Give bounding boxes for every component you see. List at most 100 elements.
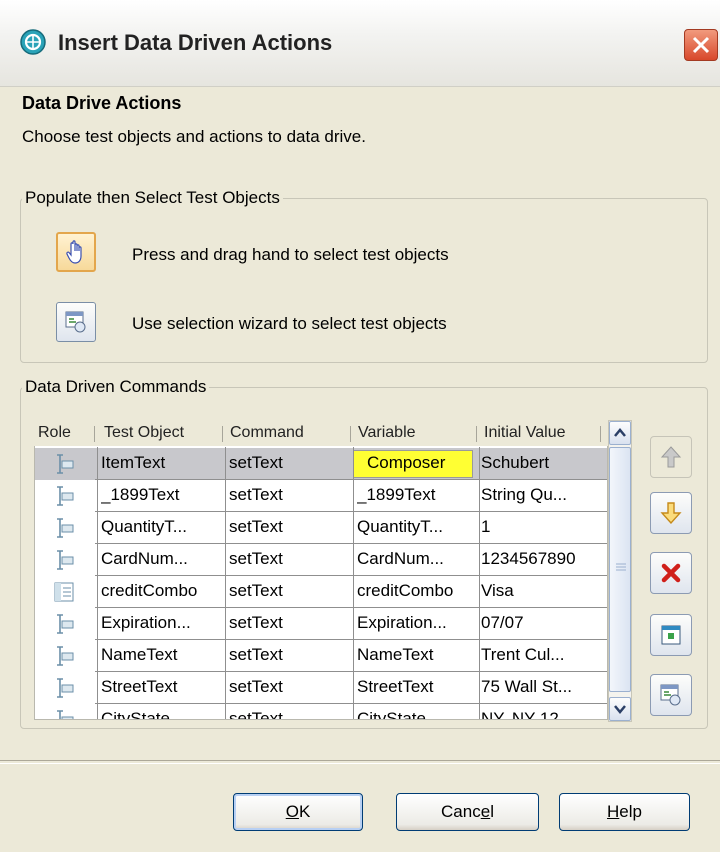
arrow-up-icon (660, 446, 682, 468)
table-row[interactable]: CityState... setText CityState... NY, NY 12… (35, 704, 607, 720)
cell-variable[interactable]: creditCombo (357, 581, 475, 601)
column-header-role[interactable]: Role (38, 424, 71, 442)
cell-object: creditCombo (101, 581, 198, 600)
grip-icon (616, 563, 626, 571)
chevron-down-icon (614, 705, 626, 714)
close-button[interactable] (684, 29, 718, 61)
column-header-initial-value[interactable]: Initial Value (484, 424, 566, 442)
cell-variable[interactable]: QuantityT... (357, 517, 475, 537)
cell-variable[interactable]: Composer (367, 453, 485, 473)
scroll-up-button[interactable] (609, 421, 631, 445)
hand-pointer-icon (66, 240, 82, 264)
delete-button[interactable] (650, 552, 692, 594)
text-field-icon (57, 710, 74, 719)
cell-value[interactable]: 75 Wall St... (481, 677, 605, 697)
table-row[interactable]: _1899Text setText _1899Text String Qu... (35, 480, 607, 512)
cell-command: setText (229, 645, 283, 664)
scroll-down-button[interactable] (609, 697, 631, 721)
display-wizard-button[interactable] (650, 674, 692, 716)
footer-divider (0, 760, 720, 764)
cell-object: _1899Text (101, 485, 180, 504)
cell-command: setText (229, 677, 283, 696)
drag-hand-button[interactable] (56, 232, 96, 272)
cell-command: setText (229, 517, 283, 536)
combo-box-icon (54, 582, 74, 602)
cell-value[interactable]: Visa (481, 581, 605, 601)
selection-wizard-label: Use selection wizard to select test obje… (132, 314, 447, 333)
table-row[interactable]: Expiration... setText Expiration... 07/07 (35, 608, 607, 640)
table-row[interactable]: creditCombo setText creditCombo Visa (35, 576, 607, 608)
cell-command: setText (229, 485, 283, 504)
text-field-icon (57, 646, 74, 666)
help-label: Help (607, 802, 642, 821)
table-row[interactable]: NameText setText NameText Trent Cul... (35, 640, 607, 672)
selection-wizard-icon (65, 311, 86, 333)
title-bar: Insert Data Driven Actions (0, 0, 720, 87)
cell-command: setText (229, 709, 283, 720)
cell-object: Expiration... (101, 613, 191, 632)
cell-command: setText (229, 453, 283, 472)
cell-variable[interactable]: StreetText (357, 677, 475, 697)
text-field-icon (57, 454, 74, 474)
text-field-icon (57, 614, 74, 634)
window-title: Insert Data Driven Actions (58, 30, 333, 55)
cancel-label: Cancel (441, 802, 494, 821)
cell-variable[interactable]: NameText (357, 645, 475, 665)
cell-object: NameText (101, 645, 178, 664)
ok-button[interactable]: OK (233, 793, 363, 831)
column-header-test-object[interactable]: Test Object (104, 424, 184, 442)
column-header-command[interactable]: Command (230, 424, 304, 442)
ok-label: OK (285, 802, 311, 821)
cell-object: CityState... (101, 709, 185, 720)
table-row[interactable]: StreetText setText StreetText 75 Wall St... (35, 672, 607, 704)
cell-value[interactable]: 07/07 (481, 613, 605, 633)
cell-value[interactable]: NY, NY 12... (481, 709, 605, 719)
cell-object: CardNum... (101, 549, 188, 568)
page-description: Choose test objects and actions to data … (22, 127, 366, 146)
cell-variable[interactable]: _1899Text (357, 485, 475, 505)
cell-command: setText (229, 549, 283, 568)
drag-hand-label: Press and drag hand to select test objec… (132, 245, 449, 264)
cell-value[interactable]: 1234567890 (481, 549, 605, 569)
table-row[interactable]: QuantityT... setText QuantityT... 1 (35, 512, 607, 544)
cancel-button[interactable]: Cancel (396, 793, 539, 831)
column-divider (97, 447, 98, 719)
scroll-thumb[interactable] (609, 447, 631, 692)
close-icon (692, 36, 710, 54)
move-up-button[interactable] (650, 436, 692, 478)
populate-legend: Populate then Select Test Objects (25, 188, 280, 207)
column-divider (353, 447, 354, 719)
selection-wizard-icon (660, 684, 681, 706)
cell-value[interactable]: 1 (481, 517, 605, 537)
text-field-icon (57, 486, 74, 506)
delete-x-icon (661, 563, 681, 583)
cell-value[interactable]: String Qu... (481, 485, 605, 505)
column-header-variable[interactable]: Variable (358, 424, 416, 442)
selection-wizard-button[interactable] (56, 302, 96, 342)
table-row[interactable]: CardNum... setText CardNum... 1234567890 (35, 544, 607, 576)
cell-variable[interactable]: Expiration... (357, 613, 475, 633)
chevron-up-icon (614, 428, 626, 437)
page-heading: Data Drive Actions (22, 93, 182, 113)
cell-object: StreetText (101, 677, 178, 696)
column-divider (479, 447, 480, 719)
move-down-button[interactable] (650, 492, 692, 534)
cell-object: ItemText (101, 453, 166, 472)
help-button[interactable]: Help (559, 793, 690, 831)
table-header: Role Test Object Command Variable Initia… (34, 420, 608, 446)
text-field-icon (57, 550, 74, 570)
cell-object: QuantityT... (101, 517, 187, 536)
column-divider (225, 447, 226, 719)
cell-command: setText (229, 613, 283, 632)
cell-command: setText (229, 581, 283, 600)
data-pool-button[interactable] (650, 614, 692, 656)
cell-variable[interactable]: CityState... (357, 709, 475, 719)
cell-value[interactable]: Schubert (481, 453, 605, 473)
text-field-icon (57, 518, 74, 538)
table-scrollbar[interactable] (608, 420, 632, 722)
cell-variable[interactable]: CardNum... (357, 549, 475, 569)
commands-legend: Data Driven Commands (25, 377, 207, 396)
populate-group: Populate then Select Test Objects (20, 188, 708, 363)
table-row[interactable]: ItemText setText Composer Schubert (35, 448, 607, 480)
cell-value[interactable]: Trent Cul... (481, 645, 605, 665)
